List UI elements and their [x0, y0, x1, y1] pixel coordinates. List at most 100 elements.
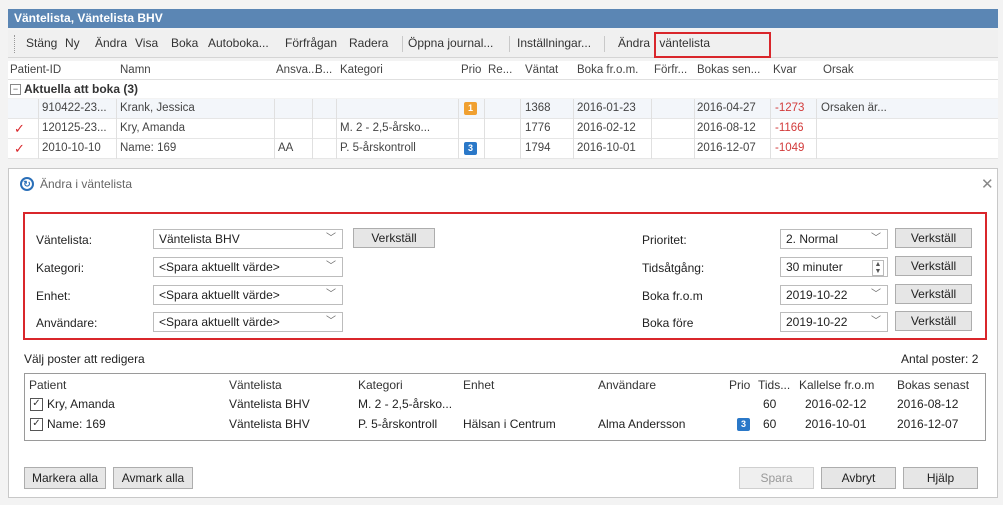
close-icon[interactable]: ✕: [981, 175, 994, 193]
cell-divider: [38, 99, 39, 119]
record-count: Antal poster: 2: [901, 352, 979, 366]
col-remaining[interactable]: Kvar: [773, 64, 797, 76]
mark-all-button[interactable]: Markera alla: [24, 467, 106, 489]
book-from-date[interactable]: 2019-10-22 ﹀: [780, 285, 888, 305]
toolbar-separator: [604, 36, 605, 52]
col-book-latest[interactable]: Bokas sen...: [697, 64, 760, 76]
records-list: Patient Väntelista Kategori Enhet Använd…: [24, 373, 986, 441]
apply-priority-button[interactable]: Verkställ: [895, 228, 972, 248]
book-before-value: 2019-10-22: [786, 315, 848, 329]
list-col-patient[interactable]: Patient: [29, 378, 66, 392]
save-button[interactable]: Spara: [739, 467, 814, 489]
list-col-prio[interactable]: Prio: [729, 378, 750, 392]
apply-book-before-button[interactable]: Verkställ: [895, 311, 972, 331]
list-cell-category: P. 5-årskontroll: [358, 417, 438, 431]
delete-button[interactable]: Radera: [349, 36, 388, 50]
col-reason[interactable]: Orsak: [823, 64, 854, 76]
cell-divider: [520, 99, 521, 119]
collapse-icon[interactable]: −: [10, 84, 21, 95]
col-category[interactable]: Kategori: [340, 64, 383, 76]
table-row[interactable]: ✓ 120125-23... Kry, Amanda M. 2 - 2,5-år…: [8, 119, 998, 139]
duration-stepper[interactable]: 30 minuter ▲ ▼: [780, 257, 888, 277]
cell-divider: [312, 139, 313, 159]
list-col-category[interactable]: Kategori: [358, 378, 403, 392]
user-select[interactable]: <Spara aktuellt värde> ﹀: [153, 312, 343, 332]
list-cell-unit: Hälsan i Centrum: [463, 417, 556, 431]
cancel-button[interactable]: Avbryt: [821, 467, 896, 489]
view-button[interactable]: Visa: [135, 36, 158, 50]
priority-select[interactable]: 2. Normal ﹀: [780, 229, 888, 249]
book-button[interactable]: Boka: [171, 36, 198, 50]
toolbar: Stäng Ny Ändra Visa Boka Autoboka... För…: [8, 30, 998, 58]
col-request[interactable]: Förfr...: [654, 64, 687, 76]
row-checkbox[interactable]: ✓: [30, 398, 43, 411]
settings-button[interactable]: Inställningar...: [517, 36, 591, 50]
cell-divider: [816, 99, 817, 119]
list-cell-patient: Name: 169: [47, 417, 106, 431]
cell-remaining: -1049: [775, 142, 805, 154]
col-book-from[interactable]: Boka fr.o.m.: [577, 64, 638, 76]
waitlist-select[interactable]: Väntelista BHV ﹀: [153, 229, 343, 249]
col-b[interactable]: B...: [315, 64, 332, 76]
table-row[interactable]: 910422-23... Krank, Jessica 1 1368 2016-…: [8, 99, 998, 119]
group-row[interactable]: − Aktuella att boka (3): [8, 80, 998, 98]
list-col-user[interactable]: Användare: [598, 378, 656, 392]
new-button[interactable]: Ny: [65, 36, 80, 50]
apply-waitlist-button[interactable]: Verkställ: [353, 228, 435, 248]
cell-divider: [38, 139, 39, 159]
list-cell-duration: 60: [763, 417, 777, 431]
book-before-label: Boka före: [642, 316, 694, 330]
select-records-label: Välj poster att redigera: [24, 352, 145, 366]
cell-divider: [770, 99, 771, 119]
cell-divider: [770, 119, 771, 139]
list-cell-waitlist: Väntelista BHV: [229, 397, 310, 411]
cell-category: P. 5-årskontroll: [340, 142, 416, 154]
cell-divider: [274, 99, 275, 119]
col-prio[interactable]: Prio: [461, 64, 481, 76]
cell-divider: [116, 99, 117, 119]
cell-divider: [484, 139, 485, 159]
chevron-down-icon: ﹀: [871, 316, 881, 327]
apply-book-from-button[interactable]: Verkställ: [895, 284, 972, 304]
autobook-button[interactable]: Autoboka...: [208, 36, 269, 50]
cell-divider: [116, 139, 117, 159]
col-responsible[interactable]: Ansva...: [276, 64, 318, 76]
toolbar-grip: [14, 35, 18, 53]
cell-book-from: 2016-01-23: [577, 102, 636, 114]
list-cell-summons-from: 2016-10-01: [805, 417, 867, 431]
col-re[interactable]: Re...: [488, 64, 512, 76]
unmark-all-button[interactable]: Avmark alla: [113, 467, 193, 489]
list-col-duration[interactable]: Tids...: [758, 378, 790, 392]
highlight-frame: [654, 32, 771, 58]
cell-divider: [694, 99, 695, 119]
category-select[interactable]: <Spara aktuellt värde> ﹀: [153, 257, 343, 277]
edit-button[interactable]: Ändra: [95, 36, 127, 50]
list-cell-patient: Kry, Amanda: [47, 397, 115, 411]
col-waited[interactable]: Väntat: [525, 64, 558, 76]
chevron-down-icon: ﹀: [871, 289, 881, 300]
list-col-summons-from[interactable]: Kallelse fr.o.m: [799, 378, 874, 392]
table-row[interactable]: ✓ 2010-10-10 Name: 169 AA P. 5-årskontro…: [8, 139, 998, 159]
list-col-waitlist[interactable]: Väntelista: [229, 378, 282, 392]
user-label: Användare:: [36, 316, 98, 330]
apply-duration-button[interactable]: Verkställ: [895, 256, 972, 276]
help-button[interactable]: Hjälp: [903, 467, 978, 489]
unit-select[interactable]: <Spara aktuellt värde> ﹀: [153, 285, 343, 305]
list-col-unit[interactable]: Enhet: [463, 378, 494, 392]
list-cell-user: Alma Andersson: [598, 417, 686, 431]
list-col-book-latest[interactable]: Bokas senast: [897, 378, 969, 392]
cell-divider: [274, 119, 275, 139]
book-before-date[interactable]: 2019-10-22 ﹀: [780, 312, 888, 332]
spinner-icon[interactable]: ▲ ▼: [872, 260, 884, 276]
col-name[interactable]: Namn: [120, 64, 151, 76]
cell-divider: [520, 119, 521, 139]
col-patient-id[interactable]: Patient-ID: [10, 64, 61, 76]
cell-book-from: 2016-02-12: [577, 122, 636, 134]
row-checkbox[interactable]: ✓: [30, 418, 43, 431]
open-journal-button[interactable]: Öppna journal...: [408, 36, 493, 50]
close-button[interactable]: Stäng: [26, 36, 57, 50]
refresh-icon: ↻: [20, 177, 34, 191]
grid-header: Patient-ID Namn Ansva... B... Kategori P…: [8, 61, 998, 80]
request-button[interactable]: Förfrågan: [285, 36, 337, 50]
book-from-label: Boka fr.o.m: [642, 289, 703, 303]
